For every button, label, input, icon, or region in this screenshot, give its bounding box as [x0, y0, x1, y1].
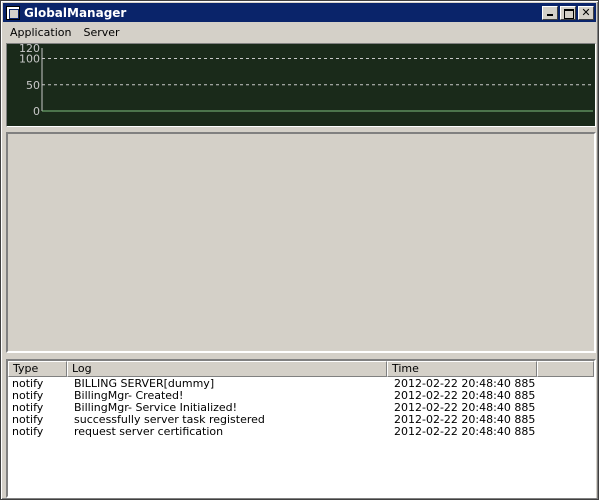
- menu-server[interactable]: Server: [77, 26, 125, 39]
- main-window: GlobalManager ✕ Application Server 0 50 10…: [0, 0, 599, 500]
- log-header: Type Log Time: [8, 361, 594, 377]
- log-cell-type: notify: [12, 414, 44, 426]
- column-header-time[interactable]: Time: [387, 361, 537, 377]
- log-cell-time: 2012-02-22 20:48:40 885: [394, 414, 536, 426]
- log-row[interactable]: notify BILLING SERVER[dummy] 2012-02-22 20…: [8, 378, 594, 390]
- log-cell-log: BillingMgr- Created!: [74, 390, 184, 402]
- column-header-log[interactable]: Log: [67, 361, 387, 377]
- log-cell-log: BILLING SERVER[dummy]: [74, 378, 215, 390]
- log-cell-type: notify: [12, 426, 44, 438]
- title-bar[interactable]: GlobalManager ✕: [3, 3, 596, 22]
- log-cell-type: notify: [12, 378, 44, 390]
- log-row[interactable]: notify BillingMgr- Service Initialized! 20…: [8, 402, 594, 414]
- log-rows: notify BILLING SERVER[dummy] 2012-02-22 20…: [8, 377, 594, 438]
- window-title: GlobalManager: [24, 5, 127, 20]
- log-cell-time: 2012-02-22 20:48:40 885: [394, 378, 536, 390]
- chart-y-tick-label: 50: [26, 79, 40, 92]
- log-cell-log: BillingMgr- Service Initialized!: [74, 402, 238, 414]
- app-window-icon[interactable]: [6, 5, 20, 20]
- monitor-chart: 0 50 100 120: [6, 43, 596, 127]
- maximize-button[interactable]: [560, 5, 576, 20]
- chart-canvas: 050100120: [19, 44, 593, 118]
- middle-pane: [6, 132, 596, 353]
- minimize-button[interactable]: [542, 5, 558, 20]
- menu-bar: Application Server: [4, 23, 596, 42]
- log-list: Type Log Time notify BILLING SERVER[dummy…: [6, 359, 596, 498]
- chart-y-tick-label: 0: [33, 105, 40, 118]
- column-header-type[interactable]: Type: [8, 361, 67, 377]
- log-cell-log: request server certification: [74, 426, 224, 438]
- log-cell-time: 2012-02-22 20:48:40 885: [394, 390, 536, 402]
- log-row[interactable]: notify BillingMgr- Created! 2012-02-22 20:…: [8, 390, 594, 402]
- log-cell-time: 2012-02-22 20:48:40 885: [394, 426, 536, 438]
- chart-y-tick-label: 120: [19, 44, 40, 55]
- log-row[interactable]: notify request server certification 2012-0…: [8, 426, 594, 438]
- log-row[interactable]: notify successfully server task registere…: [8, 414, 594, 426]
- log-cell-type: notify: [12, 402, 44, 414]
- window-controls: ✕: [540, 5, 594, 20]
- log-cell-time: 2012-02-22 20:48:40 885: [394, 402, 536, 414]
- log-cell-log: successfully server task registered: [74, 414, 265, 426]
- column-header-filler: [537, 361, 594, 377]
- menu-application[interactable]: Application: [4, 26, 77, 39]
- close-button[interactable]: ✕: [578, 5, 594, 20]
- log-cell-type: notify: [12, 390, 44, 402]
